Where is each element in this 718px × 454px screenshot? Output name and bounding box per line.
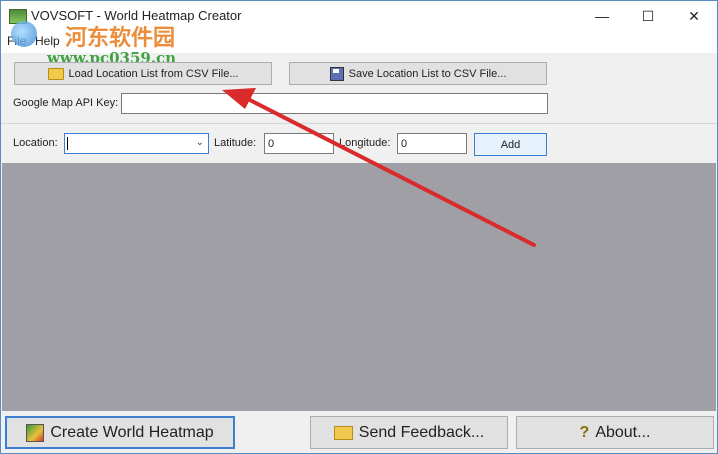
add-label: Add <box>500 138 521 151</box>
save-csv-label: Save Location List to CSV File... <box>348 67 507 80</box>
window-title: VOVSOFT - World Heatmap Creator <box>31 8 242 23</box>
load-csv-label: Load Location List from CSV File... <box>68 67 239 80</box>
menu-file[interactable]: File <box>7 34 26 48</box>
api-key-label: Google Map API Key: <box>13 97 119 109</box>
location-combobox[interactable]: ⌄ <box>64 133 209 154</box>
create-heatmap-label: Create World Heatmap <box>50 423 214 441</box>
save-csv-button[interactable]: Save Location List to CSV File... <box>289 62 547 85</box>
map-canvas[interactable] <box>2 163 716 411</box>
app-icon <box>9 9 27 24</box>
minimize-button[interactable]: — <box>579 1 625 31</box>
latitude-input[interactable] <box>264 133 334 154</box>
divider <box>1 123 717 124</box>
location-label: Location: <box>13 137 58 149</box>
api-key-input[interactable] <box>121 93 548 114</box>
send-feedback-label: Send Feedback... <box>358 423 485 441</box>
longitude-input[interactable] <box>397 133 467 154</box>
latitude-label: Latitude: <box>214 137 257 149</box>
heatmap-icon <box>26 423 45 442</box>
about-button[interactable]: ? About... <box>516 416 714 449</box>
text-cursor <box>67 137 68 150</box>
title-bar[interactable]: VOVSOFT - World Heatmap Creator — ☐ ✕ <box>1 1 717 31</box>
chevron-down-icon[interactable]: ⌄ <box>196 137 204 148</box>
app-window: VOVSOFT - World Heatmap Creator — ☐ ✕ Fi… <box>0 0 718 454</box>
menu-bar: File Help <box>1 31 717 53</box>
send-feedback-button[interactable]: Send Feedback... <box>310 416 508 449</box>
bottom-bar: Create World Heatmap Send Feedback... ? … <box>1 411 717 453</box>
add-button[interactable]: Add <box>474 133 547 156</box>
help-icon: ? <box>579 423 590 441</box>
folder-icon <box>47 67 64 80</box>
floppy-disk-icon <box>329 66 344 81</box>
maximize-button[interactable]: ☐ <box>625 1 671 31</box>
about-label: About... <box>595 423 651 441</box>
create-heatmap-button[interactable]: Create World Heatmap <box>5 416 235 449</box>
envelope-icon <box>333 425 353 440</box>
menu-help[interactable]: Help <box>35 34 60 48</box>
close-button[interactable]: ✕ <box>671 1 717 31</box>
load-csv-button[interactable]: Load Location List from CSV File... <box>14 62 272 85</box>
longitude-label: Longitude: <box>339 137 391 149</box>
